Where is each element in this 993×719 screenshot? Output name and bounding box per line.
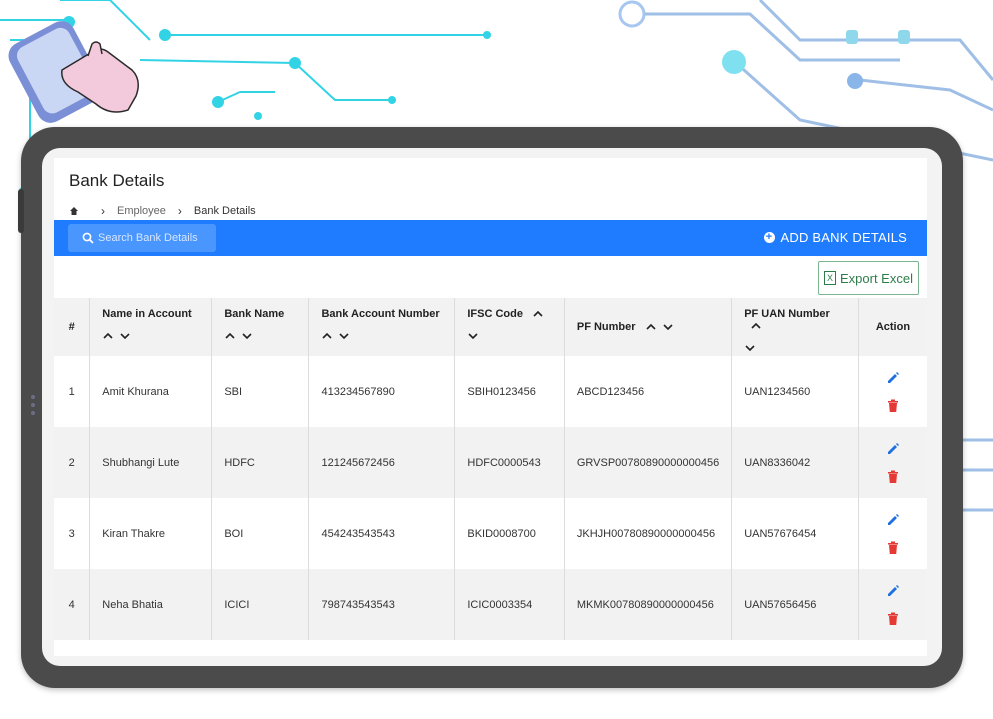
plus-circle-icon: + [763, 232, 775, 243]
breadcrumb-bank-details: Bank Details [193, 205, 256, 217]
page-title: Bank Details [69, 171, 165, 190]
cell-ifsc: BKID0008700 [454, 498, 565, 569]
home-icon[interactable] [69, 206, 79, 216]
search-input[interactable]: Search Bank Details [68, 224, 216, 252]
cell-number: 4 [54, 569, 91, 640]
header-pf-uan-number[interactable]: PF UAN Number [731, 298, 859, 356]
cell-pf: GRVSP00780890000000456 [564, 427, 733, 498]
cell-uan: UAN57676454 [731, 498, 859, 569]
cell-uan: UAN8336042 [731, 427, 859, 498]
header-label: IFSC Code [467, 308, 523, 320]
cell-name: Shubhangi Lute [89, 427, 213, 498]
cell-bank: ICICI [211, 569, 310, 640]
cell-number: 3 [54, 498, 91, 569]
edit-icon[interactable] [886, 371, 900, 385]
cell-uan: UAN57656456 [731, 569, 859, 640]
sort-down-icon[interactable] [744, 342, 756, 354]
header-label: PF UAN Number [744, 308, 830, 320]
sort-up-icon[interactable] [532, 308, 544, 320]
header-label: Bank Name [224, 308, 285, 320]
edit-icon[interactable] [886, 584, 900, 598]
header-ifsc-code[interactable]: IFSC Code [454, 298, 565, 356]
cell-pf: ABCD123456 [564, 356, 733, 427]
phone-hand-illustration [8, 21, 139, 123]
chevron-right-icon: › [177, 204, 182, 218]
edit-icon[interactable] [886, 513, 900, 527]
cell-uan: UAN1234560 [731, 356, 859, 427]
export-excel-button[interactable]: X Export Excel [818, 261, 919, 295]
tablet-screen: Bank Details › Employee › Bank Details S… [42, 148, 942, 666]
table-toolbar: Search Bank Details + ADD BANK DETAILS [54, 220, 927, 256]
cell-action [858, 498, 927, 569]
cell-ifsc: ICIC0003354 [454, 569, 565, 640]
cell-ifsc: SBIH0123456 [454, 356, 565, 427]
add-bank-details-button[interactable]: + ADD BANK DETAILS [763, 230, 908, 245]
cell-account: 454243543543 [308, 498, 456, 569]
search-icon [82, 232, 94, 244]
edit-icon[interactable] [886, 442, 900, 456]
header-number: # [54, 298, 91, 356]
chevron-right-icon: › [101, 204, 105, 218]
sort-arrows-icon[interactable] [321, 330, 351, 342]
sort-arrows-icon[interactable] [102, 330, 132, 342]
search-placeholder: Search Bank Details [98, 232, 198, 244]
cell-ifsc: HDFC0000543 [454, 427, 565, 498]
breadcrumb-employee[interactable]: Employee [117, 205, 166, 217]
delete-icon[interactable] [887, 470, 899, 484]
cell-bank: SBI [211, 356, 310, 427]
delete-icon[interactable] [887, 612, 899, 626]
header-label: Name in Account [102, 308, 192, 320]
header-name-in-account[interactable]: Name in Account [89, 298, 213, 356]
tablet-sensor [31, 403, 35, 407]
table-row: 3 Kiran Thakre BOI 454243543543 BKID0008… [54, 498, 927, 569]
bank-details-table: # Name in Account Bank Name Bank Account… [54, 298, 927, 640]
sort-arrows-icon[interactable] [645, 321, 675, 333]
delete-icon[interactable] [887, 399, 899, 413]
breadcrumb: › Employee › Bank Details [69, 204, 256, 218]
sort-arrows-icon[interactable] [224, 330, 254, 342]
cell-number: 1 [54, 356, 91, 427]
add-bank-details-label: ADD BANK DETAILS [780, 230, 907, 245]
cell-name: Amit Khurana [89, 356, 213, 427]
cell-bank: BOI [211, 498, 310, 569]
header-bank-account-number[interactable]: Bank Account Number [308, 298, 456, 356]
table-row: 1 Amit Khurana SBI 413234567890 SBIH0123… [54, 356, 927, 427]
excel-icon: X [824, 271, 836, 285]
table-row: 4 Neha Bhatia ICICI 798743543543 ICIC000… [54, 569, 927, 640]
cell-action [858, 569, 927, 640]
tablet-sensor [31, 411, 35, 415]
sort-up-icon[interactable] [750, 320, 762, 332]
header-label: PF Number [576, 320, 636, 333]
cell-account: 121245672456 [308, 427, 456, 498]
cell-action [858, 427, 927, 498]
tablet-sensor [31, 395, 35, 399]
header-pf-number[interactable]: PF Number [564, 298, 733, 356]
tablet-side-button [18, 189, 24, 233]
cell-pf: JKHJH00780890000000456 [564, 498, 733, 569]
sort-down-icon[interactable] [467, 330, 479, 342]
cell-account: 413234567890 [308, 356, 456, 427]
header-action: Action [858, 298, 927, 356]
cell-account: 798743543543 [308, 569, 456, 640]
export-excel-label: Export Excel [840, 270, 913, 286]
table-header-row: # Name in Account Bank Name Bank Account… [54, 298, 927, 356]
cell-name: Neha Bhatia [89, 569, 213, 640]
table-row: 2 Shubhangi Lute HDFC 121245672456 HDFC0… [54, 427, 927, 498]
cell-action [858, 356, 927, 427]
delete-icon[interactable] [887, 541, 899, 555]
header-label: Bank Account Number [321, 308, 440, 320]
cell-name: Kiran Thakre [89, 498, 213, 569]
header-bank-name[interactable]: Bank Name [211, 298, 310, 356]
bank-details-panel: Bank Details › Employee › Bank Details S… [54, 158, 927, 656]
cell-bank: HDFC [211, 427, 310, 498]
cell-number: 2 [54, 427, 91, 498]
cell-pf: MKMK00780890000000456 [564, 569, 733, 640]
